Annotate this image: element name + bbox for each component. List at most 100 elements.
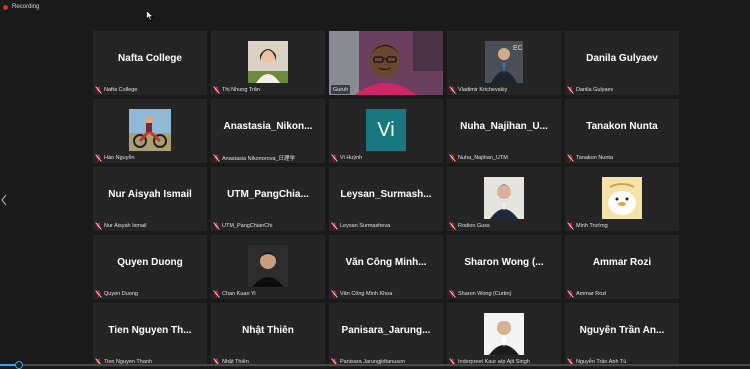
mic-muted-icon <box>567 85 574 94</box>
participant-footer: Rodion Guss <box>449 221 490 230</box>
participant-tile[interactable]: motorbike-photoHào Nguyễn <box>93 99 207 163</box>
participant-tile[interactable]: Ammar Rozi Ammar Rozi <box>565 235 679 299</box>
mic-muted-icon <box>95 221 102 230</box>
participant-footer: Ammar Rozi <box>567 289 606 298</box>
recording-indicator: Recording <box>3 2 39 12</box>
svg-text:ECO: ECO <box>513 45 523 52</box>
participant-tile[interactable]: Nguyễn Trần An... Nguyễn Trần Anh Tú <box>565 303 679 367</box>
participant-grid: Nafta College Nafta College woman-avatarTh… <box>93 31 680 369</box>
participant-footer: Thị Nhung Trần <box>213 85 260 94</box>
mic-muted-icon <box>213 153 220 162</box>
mic-muted-icon <box>95 153 102 162</box>
participant-tile[interactable]: man-suit-avatarECOVladimir Krichevskiy <box>447 31 561 95</box>
participant-name-label: Thị Nhung Trần <box>222 86 260 93</box>
participant-name-label: Nur Aisyah Ismail <box>104 222 147 229</box>
participant-name-label: Leysan Surmasheva <box>340 222 391 229</box>
participant-display-name: Tanakon Nunta <box>586 121 658 132</box>
participant-tile[interactable]: Danila Gulyaev Danila Gulyaev <box>565 31 679 95</box>
participant-tile[interactable]: Tien Nguyen Th... Tien Nguyen Thanh <box>93 303 207 367</box>
mic-muted-icon <box>213 289 220 298</box>
recording-label: Recording <box>12 4 40 10</box>
participant-footer: Anastasia Nikonorova_日理学 <box>213 153 295 162</box>
participant-tile[interactable]: Nuha_Najihan_U... Nuha_Najihan_UTM <box>447 99 561 163</box>
participant-name-label: Sharon Wong (Curtin) <box>458 290 512 297</box>
chevron-left-icon[interactable] <box>1 194 7 206</box>
participant-display-name: Leysan_Surmash... <box>340 189 432 200</box>
participant-tile[interactable]: man-dark-avatarChan Kuan Yi <box>211 235 325 299</box>
participant-name-label: Guruh <box>333 86 349 93</box>
participant-footer: Tanakon Nunta <box>567 153 613 162</box>
participant-tile[interactable]: Nur Aisyah Ismail Nur Aisyah Ismail <box>93 167 207 231</box>
participant-tile[interactable]: Tanakon Nunta Tanakon Nunta <box>565 99 679 163</box>
participant-name-label: Rodion Guss <box>458 222 490 229</box>
participant-footer: Danila Gulyaev <box>567 85 613 94</box>
participant-tile[interactable]: Quyen Duong Quyen Duong <box>93 235 207 299</box>
participant-display-name: Danila Gulyaev <box>586 53 658 64</box>
avatar-initials: Vi <box>377 118 395 141</box>
participant-tile[interactable]: Nhật Thiên Nhật Thiên <box>211 303 325 367</box>
participant-tile[interactable]: Vi Vi Huỳnh <box>329 99 443 163</box>
participant-display-name: Nhật Thiên <box>242 325 294 336</box>
mic-muted-icon <box>331 289 338 298</box>
mic-muted-icon <box>95 289 102 298</box>
participant-name-label: Vladimir Krichevskiy <box>458 86 508 93</box>
participant-name-label: Vi Huỳnh <box>340 154 363 161</box>
participant-name-label: Danila Gulyaev <box>576 86 614 93</box>
participant-name-label: Tanakon Nunta <box>576 154 613 161</box>
participant-name-label: Quyen Duong <box>104 290 138 297</box>
participant-footer: Nur Aisyah Ismail <box>95 221 147 230</box>
playback-scrubber[interactable] <box>15 361 23 369</box>
mic-muted-icon <box>213 221 220 230</box>
mic-muted-icon <box>449 221 456 230</box>
mic-muted-icon <box>567 289 574 298</box>
participant-name-label: Nafta College <box>104 86 138 93</box>
mic-muted-icon <box>449 85 456 94</box>
participant-tile[interactable]: man-avatarRodion Guss <box>447 167 561 231</box>
participant-tile[interactable]: woman-avatarThị Nhung Trần <box>211 31 325 95</box>
participant-footer: Văn Công Minh Khoa <box>331 289 392 298</box>
mic-muted-icon <box>95 85 102 94</box>
participant-tile[interactable]: cartoon-duck-avatarMinh Trường <box>565 167 679 231</box>
participant-display-name: Nguyễn Trần An... <box>579 325 665 336</box>
participant-tile[interactable]: UTM_PangChia... UTM_PangChianChi <box>211 167 325 231</box>
mic-muted-icon <box>331 221 338 230</box>
participant-name-label: Hào Nguyễn <box>104 154 135 161</box>
participant-display-name: Nafta College <box>118 53 182 64</box>
participant-name-label: Minh Trường <box>576 222 608 229</box>
participant-tile[interactable]: Nafta College Nafta College <box>93 31 207 95</box>
mic-muted-icon <box>567 153 574 162</box>
participant-footer: Hào Nguyễn <box>95 153 135 162</box>
participant-footer: Chan Kuan Yi <box>213 289 256 298</box>
participant-tile[interactable]: man-shirt-avatarInderpreet Kaur a/p Ajit… <box>447 303 561 367</box>
participant-tile[interactable]: Anastasia_Nikon... Anastasia Nikonorova_日… <box>211 99 325 163</box>
participant-footer: Quyen Duong <box>95 289 138 298</box>
participant-footer: Vi Huỳnh <box>331 153 362 162</box>
mic-muted-icon <box>567 221 574 230</box>
participant-footer: Sharon Wong (Curtin) <box>449 289 511 298</box>
mic-muted-icon <box>449 153 456 162</box>
participant-tile[interactable]: Sharon Wong (... Sharon Wong (Curtin) <box>447 235 561 299</box>
participant-footer: Guruh <box>331 85 351 94</box>
participant-tile[interactable]: Văn Công Minh... Văn Công Minh Khoa <box>329 235 443 299</box>
participant-tile[interactable]: Leysan_Surmash... Leysan Surmasheva <box>329 167 443 231</box>
participant-display-name: Panisara_Jarung... <box>341 325 431 336</box>
participant-display-name: Quyen Duong <box>117 257 183 268</box>
mic-muted-icon <box>449 289 456 298</box>
participant-display-name: Nuha_Najihan_U... <box>460 121 548 132</box>
avatar: Vi <box>366 109 406 151</box>
participant-display-name: Văn Công Minh... <box>345 257 427 268</box>
participant-name-label: Nuha_Najihan_UTM <box>458 154 508 161</box>
playback-progress[interactable] <box>0 364 750 366</box>
participant-display-name: Tien Nguyen Th... <box>108 325 192 336</box>
record-dot-icon <box>3 4 8 10</box>
mic-muted-icon <box>213 85 220 94</box>
participant-footer: Vladimir Krichevskiy <box>449 85 507 94</box>
participant-name-label: Anastasia Nikonorova_日理学 <box>222 155 296 162</box>
participant-tile[interactable]: Guruh <box>329 31 443 95</box>
participant-footer: Minh Trường <box>567 221 608 230</box>
participant-name-label: Ammar Rozi <box>576 290 607 297</box>
participant-display-name: Anastasia_Nikon... <box>223 121 313 132</box>
mic-muted-icon <box>331 153 338 162</box>
participant-tile[interactable]: Panisara_Jarung... Panisara Jarungjidtanu… <box>329 303 443 367</box>
participant-display-name: Sharon Wong (... <box>464 257 544 268</box>
